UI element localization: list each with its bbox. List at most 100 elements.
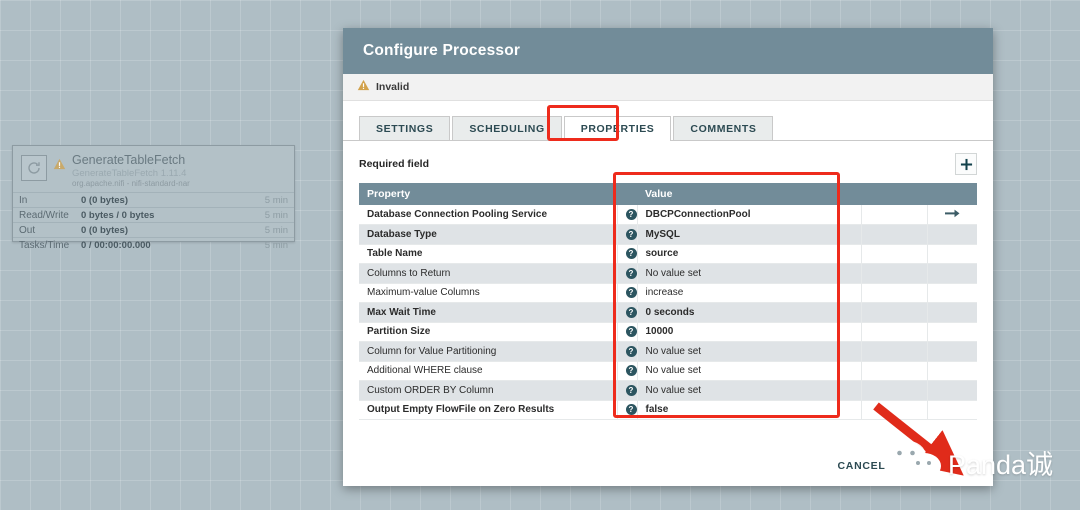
property-spacer-cell — [861, 380, 928, 401]
property-spacer-cell — [861, 302, 928, 323]
processor-bundle: org.apache.nifi - nifi-standard-nar — [72, 178, 190, 188]
property-name-cell: Database Type — [359, 224, 618, 245]
stat-time: 5 min — [264, 239, 288, 251]
apply-button[interactable]: APPLY — [901, 460, 971, 472]
property-value-cell[interactable]: source — [636, 244, 862, 264]
cancel-button[interactable]: CANCEL — [822, 460, 902, 472]
table-row[interactable]: Database Connection Pooling Service? DBCP… — [359, 205, 977, 225]
column-header-help — [617, 183, 637, 205]
property-name-cell: Database Connection Pooling Service — [359, 205, 618, 225]
help-circle-icon[interactable]: ? — [617, 341, 637, 362]
stat-row: Read/Write 0 bytes / 0 bytes 5 min — [13, 207, 294, 222]
help-circle-icon[interactable]: ? — [617, 263, 637, 284]
stat-value: 0 (0 bytes) — [81, 194, 128, 206]
property-name-cell: Columns to Return — [359, 263, 618, 284]
processor-type-version: GenerateTableFetch 1.11.4 — [72, 167, 187, 179]
table-row[interactable]: Table Name? source — [359, 244, 977, 264]
property-action-cell[interactable] — [927, 205, 977, 225]
property-value-cell[interactable]: DBCPConnectionPool — [636, 205, 862, 225]
stat-value: 0 (0 bytes) — [81, 224, 128, 236]
help-circle-icon[interactable]: ? — [617, 400, 637, 420]
property-name-cell: Partition Size — [359, 322, 618, 342]
property-spacer-cell — [861, 341, 928, 362]
stat-time: 5 min — [264, 224, 288, 236]
properties-table-wrapper: Property Value Database Connection Pooli… — [343, 183, 993, 420]
processor-name: GenerateTableFetch — [72, 153, 186, 167]
table-row[interactable]: Columns to Return? No value set — [359, 263, 977, 284]
property-action-cell — [927, 380, 977, 401]
property-value-cell[interactable]: No value set — [636, 341, 862, 362]
processor-refresh-icon — [21, 155, 47, 181]
arrow-right-icon — [944, 209, 960, 217]
table-row[interactable]: Custom ORDER BY Column? No value set — [359, 380, 977, 401]
property-value-cell[interactable]: increase — [636, 283, 862, 303]
property-spacer-cell — [861, 244, 928, 264]
stat-row: In 0 (0 bytes) 5 min — [13, 192, 294, 207]
help-circle-icon[interactable]: ? — [617, 380, 637, 401]
help-circle-icon[interactable]: ? — [617, 244, 637, 264]
tab-comments[interactable]: COMMENTS — [673, 116, 774, 140]
stat-row: Out 0 (0 bytes) 5 min — [13, 222, 294, 237]
property-action-cell — [927, 224, 977, 245]
add-property-button[interactable] — [955, 153, 977, 175]
help-circle-icon[interactable]: ? — [617, 302, 637, 323]
required-field-row: Required field — [343, 141, 993, 183]
status-badge: Invalid — [376, 81, 410, 93]
help-circle-icon[interactable]: ? — [617, 283, 637, 303]
property-name-cell: Column for Value Partitioning — [359, 341, 618, 362]
property-spacer-cell — [861, 205, 928, 225]
table-header-row: Property Value — [359, 183, 977, 205]
property-action-cell — [927, 302, 977, 323]
help-circle-icon[interactable]: ? — [617, 361, 637, 381]
table-row[interactable]: Database Type? MySQL — [359, 224, 977, 245]
property-spacer-cell — [861, 263, 928, 284]
table-row[interactable]: Partition Size? 10000 — [359, 322, 977, 342]
property-action-cell — [927, 361, 977, 381]
stat-label: Read/Write — [19, 209, 69, 221]
property-name-cell: Custom ORDER BY Column — [359, 380, 618, 401]
property-value-cell[interactable]: No value set — [636, 380, 862, 401]
table-row[interactable]: Output Empty FlowFile on Zero Results? fa… — [359, 400, 977, 420]
stat-value: 0 bytes / 0 bytes — [81, 209, 155, 221]
property-value-cell[interactable]: 0 seconds — [636, 302, 862, 323]
property-value-cell[interactable]: No value set — [636, 263, 862, 284]
column-header-actions — [927, 183, 977, 205]
property-value-cell[interactable]: No value set — [636, 361, 862, 381]
tab-scheduling[interactable]: SCHEDULING — [452, 116, 562, 140]
help-circle-icon[interactable]: ? — [617, 322, 637, 342]
property-action-cell — [927, 244, 977, 264]
property-value-cell[interactable]: false — [636, 400, 862, 420]
help-circle-icon[interactable]: ? — [617, 224, 637, 245]
table-row[interactable]: Additional WHERE clause? No value set — [359, 361, 977, 381]
processor-card[interactable]: GenerateTableFetch GenerateTableFetch 1.… — [12, 145, 295, 251]
tab-properties[interactable]: PROPERTIES — [563, 116, 672, 141]
column-header-property: Property — [359, 183, 617, 205]
property-name-cell: Additional WHERE clause — [359, 361, 618, 381]
dialog-header: Configure Processor — [343, 28, 993, 74]
stat-label: Tasks/Time — [19, 239, 70, 251]
table-row[interactable]: Maximum-value Columns? increase — [359, 283, 977, 303]
property-action-cell — [927, 400, 977, 420]
tab-settings[interactable]: SETTINGS — [359, 116, 451, 140]
plus-icon — [960, 158, 972, 170]
stat-label: Out — [19, 224, 36, 236]
warning-triangle-icon — [357, 78, 370, 96]
property-spacer-cell — [861, 361, 928, 381]
stat-value: 0 / 00:00:00.000 — [81, 239, 151, 251]
warning-triangle-icon — [53, 157, 66, 188]
processor-header: GenerateTableFetch GenerateTableFetch 1.… — [13, 146, 294, 192]
stat-time: 5 min — [264, 209, 288, 221]
property-name-cell: Max Wait Time — [359, 302, 618, 323]
property-value-cell[interactable]: MySQL — [636, 224, 862, 245]
dialog-tab-bar: SETTINGS SCHEDULING PROPERTIES COMMENTS — [343, 101, 993, 141]
property-action-cell — [927, 283, 977, 303]
property-name-cell: Table Name — [359, 244, 618, 264]
column-header-spacer — [861, 183, 927, 205]
help-circle-icon[interactable]: ? — [617, 205, 637, 225]
stat-row: Tasks/Time 0 / 00:00:00.000 5 min — [13, 237, 294, 252]
table-row[interactable]: Max Wait Time? 0 seconds — [359, 302, 977, 323]
stat-time: 5 min — [264, 194, 288, 206]
table-row[interactable]: Column for Value Partitioning? No value s… — [359, 341, 977, 362]
property-action-cell — [927, 341, 977, 362]
property-value-cell[interactable]: 10000 — [636, 322, 862, 342]
